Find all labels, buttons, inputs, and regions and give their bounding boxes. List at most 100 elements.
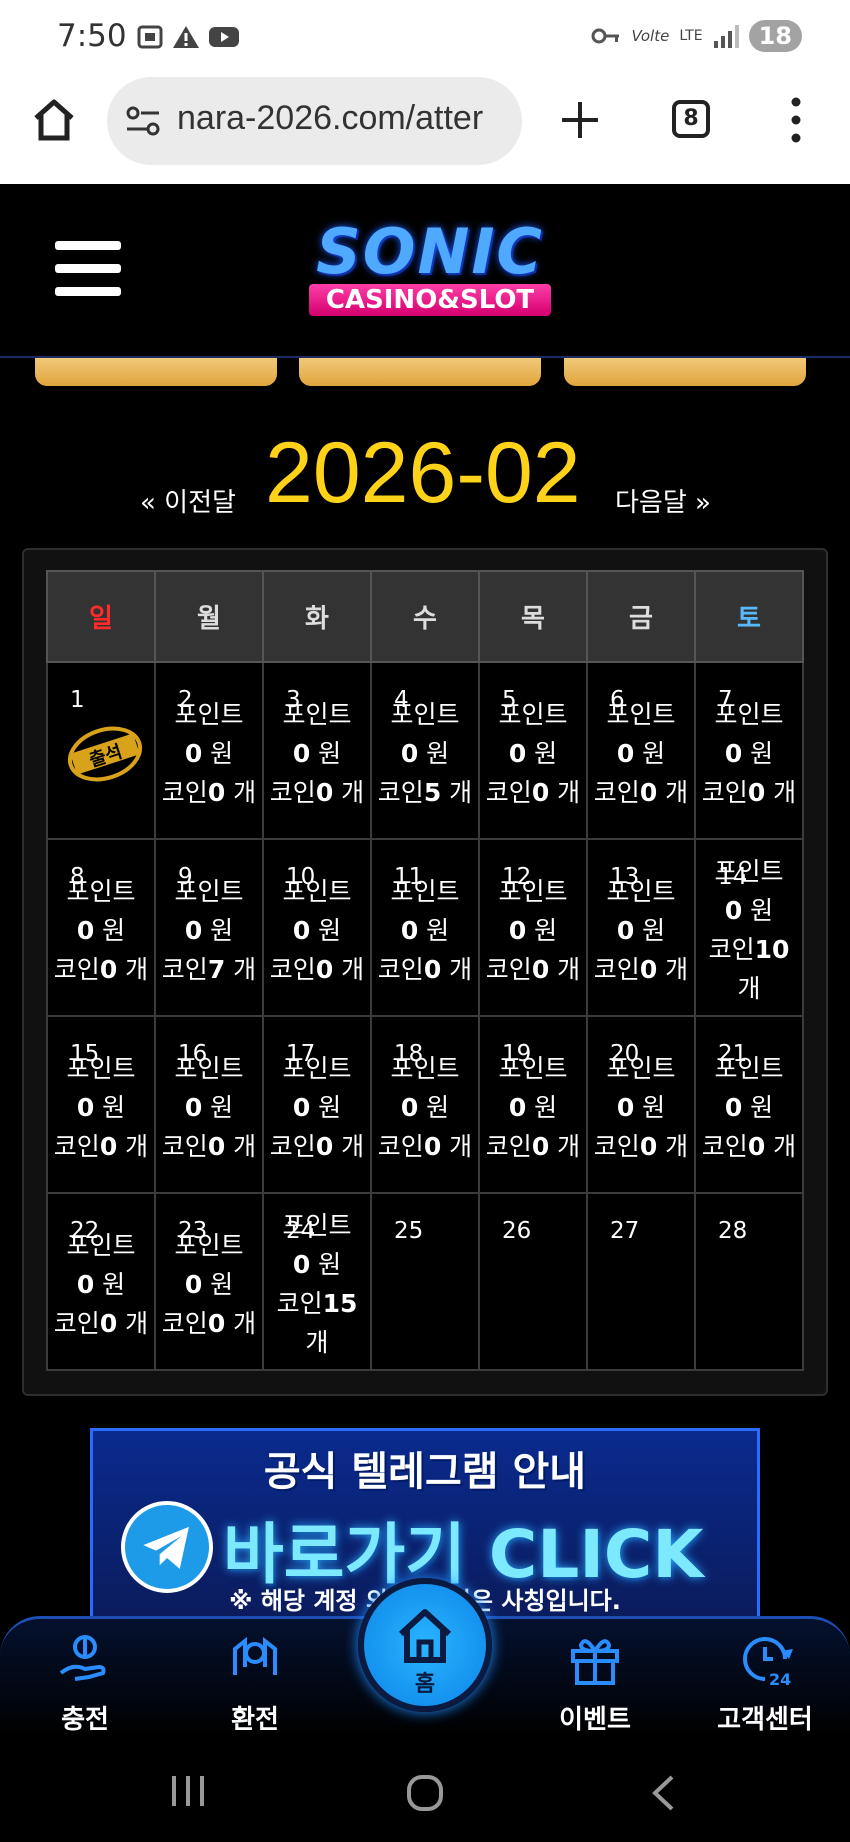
exchange-icon xyxy=(233,1636,277,1675)
point-label: 포인트 xyxy=(714,700,784,729)
tab-switcher-button[interactable]: 8 xyxy=(672,100,710,138)
calendar-day-cell[interactable]: 20 포인트 0 원 코인0 개 xyxy=(586,1015,696,1194)
next-month-link[interactable]: 다음달 » xyxy=(615,482,711,519)
point-value: 0 xyxy=(292,916,311,945)
new-tab-icon[interactable] xyxy=(560,100,600,140)
point-value: 0 xyxy=(400,739,419,768)
calendar-day-cell[interactable]: 18 포인트 0 원 코인0 개 xyxy=(370,1015,480,1194)
coin-label: 코인 xyxy=(708,935,755,964)
won-unit: 원 xyxy=(102,1093,126,1122)
calendar-day-cell[interactable]: 15 포인트 0 원 코인0 개 xyxy=(46,1015,156,1194)
won-unit: 원 xyxy=(318,739,342,768)
coin-unit: 개 xyxy=(665,955,689,984)
calendar-day-cell[interactable]: 4 포인트 0 원 코인5 개 xyxy=(370,661,480,840)
nav-event[interactable]: 이벤트 xyxy=(530,1629,660,1736)
day-number: 1 xyxy=(70,687,85,713)
calendar-day-cell[interactable]: 7 포인트 0 원 코인0 개 xyxy=(694,661,804,840)
more-menu-icon[interactable] xyxy=(786,96,806,144)
recent-apps-icon[interactable] xyxy=(170,1774,206,1808)
nav-support[interactable]: 24 고객센터 xyxy=(700,1629,830,1736)
won-unit: 원 xyxy=(210,739,234,768)
nav-charge[interactable]: 충전 xyxy=(20,1629,150,1736)
coin-value: 15 xyxy=(322,1289,358,1318)
point-value: 0 xyxy=(184,916,203,945)
calendar-day-cell[interactable]: 23 포인트 0 원 코인0 개 xyxy=(154,1192,264,1371)
coin-label: 코인 xyxy=(269,1132,316,1161)
calendar-day-cell[interactable]: 17 포인트 0 원 코인0 개 xyxy=(262,1015,372,1194)
calendar-day-cell[interactable]: 22 포인트 0 원 코인0 개 xyxy=(46,1192,156,1371)
coin-value: 0 xyxy=(315,1132,334,1161)
nav-exchange[interactable]: 환전 xyxy=(190,1629,320,1736)
won-unit: 원 xyxy=(210,1270,234,1299)
address-bar[interactable]: nara-2026.com/atter xyxy=(107,77,522,165)
coin-label: 코인 xyxy=(701,778,748,807)
point-value: 0 xyxy=(616,739,635,768)
won-unit: 원 xyxy=(426,916,450,945)
coin-label: 코인 xyxy=(53,1309,100,1338)
coin-value: 0 xyxy=(207,1309,226,1338)
hamburger-menu-icon[interactable] xyxy=(55,241,121,299)
status-right: Volte LTE 18 xyxy=(591,20,802,52)
point-label: 포인트 xyxy=(498,700,568,729)
calendar-day-cell[interactable]: 19 포인트 0 원 코인0 개 xyxy=(478,1015,588,1194)
site-settings-icon[interactable] xyxy=(125,105,161,137)
banner-title: 공식 텔레그램 안내 xyxy=(263,1449,587,1495)
calendar-day-cell[interactable]: 24 포인트 0 원 코인15 개 xyxy=(262,1192,372,1371)
prev-month-link[interactable]: « 이전달 xyxy=(140,482,236,519)
day-number: 25 xyxy=(394,1218,424,1244)
coin-unit: 개 xyxy=(233,1132,257,1161)
telegram-icon xyxy=(121,1501,213,1593)
calendar-day-cell[interactable]: 6 포인트 0 원 코인0 개 xyxy=(586,661,696,840)
calendar-day-cell[interactable]: 10 포인트 0 원 코인0 개 xyxy=(262,838,372,1017)
site-logo[interactable]: SONIC CASINO&SLOT xyxy=(285,220,575,330)
calendar-day-cell[interactable]: 5 포인트 0 원 코인0 개 xyxy=(478,661,588,840)
calendar-day-cell[interactable]: 14 포인트 0 원 코인10 개 xyxy=(694,838,804,1017)
coin-unit: 개 xyxy=(125,955,149,984)
won-unit: 원 xyxy=(102,1270,126,1299)
site-header: SONIC CASINO&SLOT xyxy=(0,184,850,358)
coin-value: 0 xyxy=(315,955,334,984)
browser-home-icon[interactable] xyxy=(30,96,78,144)
won-unit: 원 xyxy=(210,1093,234,1122)
point-value: 0 xyxy=(508,739,527,768)
point-value: 0 xyxy=(292,1250,311,1279)
won-unit: 원 xyxy=(318,1250,342,1279)
point-label: 포인트 xyxy=(282,700,352,729)
calendar-day-cell[interactable]: 13 포인트 0 원 코인0 개 xyxy=(586,838,696,1017)
coin-label: 코인 xyxy=(53,955,100,984)
signal-icon xyxy=(713,25,739,48)
calendar-week-row: 1 출석 2 포인트 0 원 코인0 개 3 포인트 0 원 코인0 개 4 포인트 0 원 코인5 개5… xyxy=(46,661,804,840)
day-reward-info: 포인트 0 원 코인15 개 xyxy=(258,1206,376,1362)
system-home-icon[interactable] xyxy=(406,1774,444,1812)
nav-home-button[interactable]: 홈 xyxy=(358,1578,492,1712)
calendar-day-cell[interactable]: 11 포인트 0 원 코인0 개 xyxy=(370,838,480,1017)
calendar-day-cell[interactable]: 12 포인트 0 원 코인0 개 xyxy=(478,838,588,1017)
home-icon xyxy=(398,1609,452,1663)
day-number: 28 xyxy=(718,1218,748,1244)
coin-label: 코인 xyxy=(161,955,208,984)
calendar-day-cell[interactable]: 16 포인트 0 원 코인0 개 xyxy=(154,1015,264,1194)
calendar-day-cell[interactable]: 3 포인트 0 원 코인0 개 xyxy=(262,661,372,840)
calendar-day-cell[interactable]: 2 포인트 0 원 코인0 개 xyxy=(154,661,264,840)
won-unit: 원 xyxy=(642,1093,666,1122)
weekday-header: 월 xyxy=(154,570,264,663)
month-navigation: « 이전달 2026-02 다음달 » xyxy=(0,420,850,521)
calendar-day-cell[interactable]: 9 포인트 0 원 코인7 개 xyxy=(154,838,264,1017)
key-icon xyxy=(591,28,620,44)
coin-unit: 개 xyxy=(665,778,689,807)
volte-label: Volte xyxy=(631,27,670,45)
calendar-day-cell[interactable]: 8 포인트 0 원 코인0 개 xyxy=(46,838,156,1017)
coin-label: 코인 xyxy=(377,1132,424,1161)
calendar-week-row: 15 포인트 0 원 코인0 개 16 포인트 0 원 코인0 개 17 포인트 0 원 코인0 개1… xyxy=(46,1015,804,1194)
won-unit: 원 xyxy=(102,916,126,945)
calendar-day-cell[interactable]: 26 xyxy=(478,1192,588,1371)
calendar-day-cell[interactable]: 25 xyxy=(370,1192,480,1371)
calendar-day-cell[interactable]: 28 xyxy=(694,1192,804,1371)
url-text[interactable]: nara-2026.com/atter xyxy=(177,99,483,138)
nav-support-label: 고객센터 xyxy=(717,1705,813,1735)
calendar-day-cell[interactable]: 27 xyxy=(586,1192,696,1371)
calendar-day-cell[interactable]: 21 포인트 0 원 코인0 개 xyxy=(694,1015,804,1194)
back-icon[interactable] xyxy=(650,1774,676,1812)
coin-value: 0 xyxy=(639,778,658,807)
calendar-day-cell[interactable]: 1 출석 xyxy=(46,661,156,840)
